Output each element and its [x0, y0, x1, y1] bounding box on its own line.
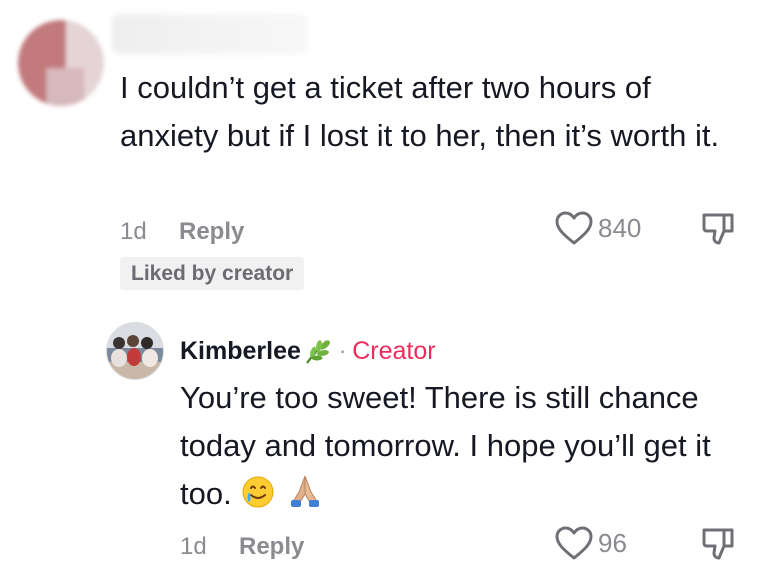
- comment-reply-button[interactable]: Reply: [179, 218, 244, 246]
- reply-dislike-button[interactable]: [698, 524, 738, 564]
- creator-avatar[interactable]: [106, 322, 164, 380]
- leaf-icon: [305, 340, 330, 364]
- liked-by-creator-badge: Liked by creator: [120, 257, 305, 290]
- heart-outline-icon: [555, 211, 593, 245]
- thumbs-down-icon: [702, 213, 734, 245]
- comment-like-count: 840: [598, 213, 642, 243]
- thumbs-down-icon: [702, 528, 734, 560]
- comment-dislike-button[interactable]: [698, 209, 738, 249]
- creator-badge: Creator: [352, 336, 436, 365]
- heart-outline-icon: [555, 526, 593, 560]
- reply-like-button[interactable]: [554, 525, 594, 561]
- reply-author-name[interactable]: Kimberlee: [180, 337, 301, 366]
- smiling-face-with-tear-emoji: [240, 474, 276, 524]
- commenter-username-redacted[interactable]: [112, 14, 308, 54]
- reply-like-count: 96: [598, 528, 627, 558]
- separator-dot: ·: [338, 338, 347, 363]
- comment-like-button[interactable]: [554, 210, 594, 246]
- reply-timestamp: 1d: [180, 533, 207, 560]
- folded-hands-emoji: [285, 470, 325, 524]
- reply-text-block: You’re too sweet! There is still chance …: [180, 374, 750, 524]
- reply-header: Kimberlee · Creator: [180, 336, 436, 366]
- commenter-avatar[interactable]: [18, 20, 104, 106]
- reply-reply-button[interactable]: Reply: [239, 533, 304, 561]
- comment-text: I couldn’t get a ticket after two hours …: [120, 70, 720, 153]
- comment-timestamp: 1d: [120, 218, 147, 245]
